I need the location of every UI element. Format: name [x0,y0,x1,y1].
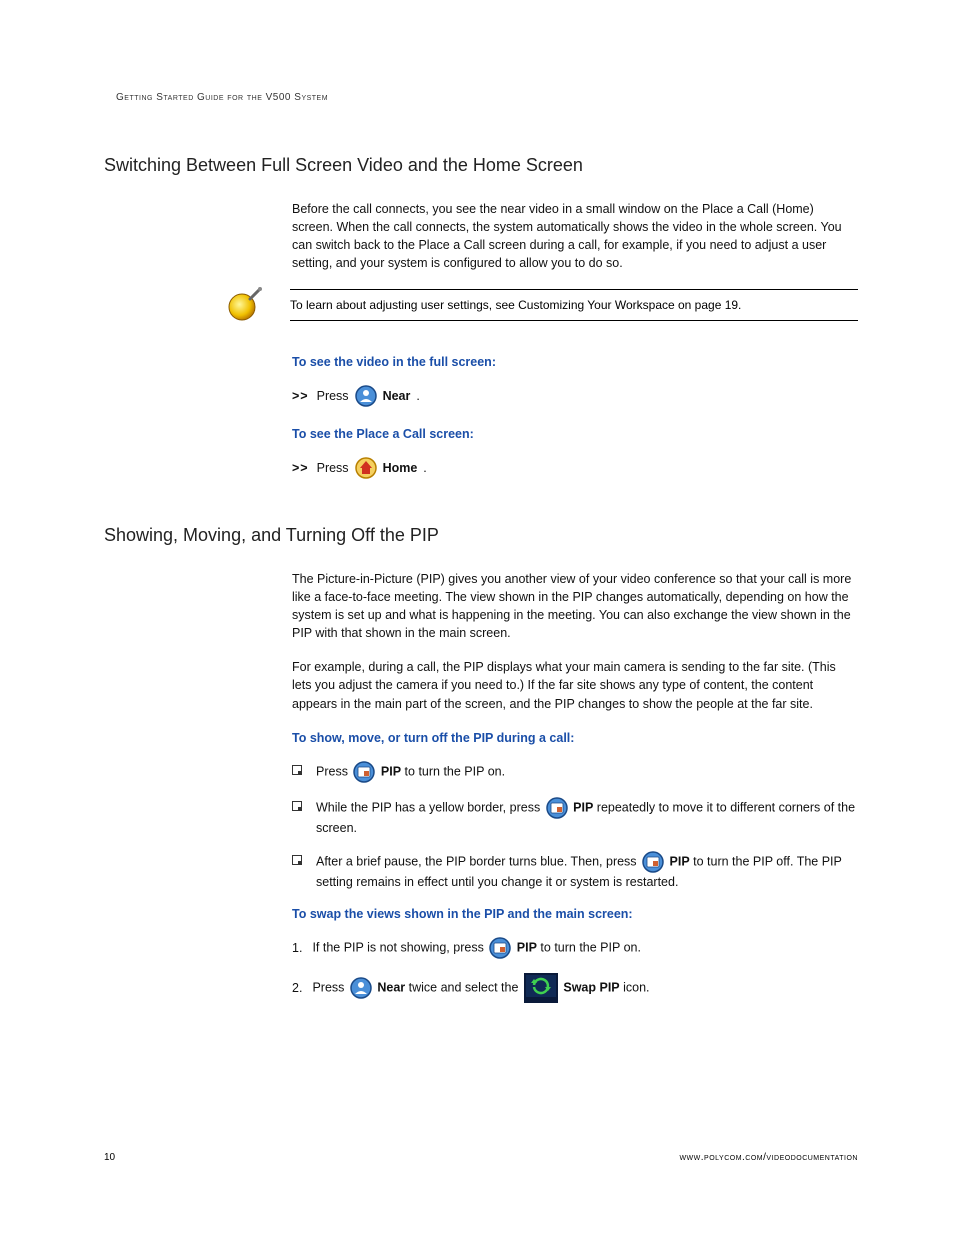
pip-button-icon [353,761,375,783]
pip-label: PIP [381,764,401,778]
list-item: 2. Press Near twice and select the Swap … [292,973,858,1003]
step-near: >> Press Near. [292,385,858,407]
section-heading-fullscreen: Switching Between Full Screen Video and … [104,155,858,176]
chevron-icon: >> [292,459,309,477]
numbered-list-swap: 1. If the PIP is not showing, press PIP … [292,937,858,1003]
text: Press [312,980,347,994]
text: icon. [620,980,650,994]
checkbox-icon [292,855,302,865]
near-button-icon [350,977,372,999]
press-label: Press [317,459,349,477]
press-label: Press [317,387,349,405]
page-number: 10 [104,1152,115,1163]
pip-label: PIP [670,854,690,868]
list-number: 2. [292,978,302,998]
text: After a brief pause, the PIP border turn… [316,854,640,868]
swap-pip-icon [524,973,558,1003]
text: to turn the PIP on. [537,940,641,954]
task-heading-fullscreen: To see the video in the full screen: [292,353,858,371]
list-item: Press PIP to turn the PIP on. [292,761,858,783]
list-item: After a brief pause, the PIP border turn… [292,851,858,891]
note-text: To learn about adjusting user settings, … [290,298,741,312]
task-heading-placecall: To see the Place a Call screen: [292,425,858,443]
pip-button-icon [489,937,511,959]
near-button-icon [355,385,377,407]
text: twice and select the [405,980,522,994]
checkbox-icon [292,765,302,775]
footer-url: www.polycom.com/videodocumentation [679,1152,858,1163]
chevron-icon: >> [292,387,309,405]
pip-paragraph-2: For example, during a call, the PIP disp… [292,658,858,712]
task-heading-pip-swap: To swap the views shown in the PIP and t… [292,905,858,923]
near-label: Near [383,387,411,405]
running-header: Getting Started Guide for the V500 Syste… [116,92,858,103]
list-item: While the PIP has a yellow border, press… [292,797,858,837]
pip-label: PIP [517,940,537,954]
step-home: >> Press Home. [292,457,858,479]
intro-paragraph: Before the call connects, you see the ne… [292,200,858,273]
home-button-icon [355,457,377,479]
text: If the PIP is not showing, press [312,940,487,954]
note-callout: To learn about adjusting user settings, … [224,289,858,325]
checklist-pip: Press PIP to turn the PIP on. While the … [292,761,858,891]
list-number: 1. [292,938,302,958]
task-heading-pip-show: To show, move, or turn off the PIP durin… [292,729,858,747]
pip-label: PIP [573,800,593,814]
home-label: Home [383,459,418,477]
section-heading-pip: Showing, Moving, and Turning Off the PIP [104,525,858,546]
list-item: 1. If the PIP is not showing, press PIP … [292,937,858,959]
checkbox-icon [292,801,302,811]
text: Press [316,764,351,778]
pushpin-icon [224,285,264,325]
text: While the PIP has a yellow border, press [316,800,544,814]
pip-button-icon [546,797,568,819]
near-label: Near [377,980,405,994]
text: to turn the PIP on. [401,764,505,778]
swap-pip-label: Swap PIP [563,980,619,994]
pip-button-icon [642,851,664,873]
pip-paragraph-1: The Picture-in-Picture (PIP) gives you a… [292,570,858,643]
